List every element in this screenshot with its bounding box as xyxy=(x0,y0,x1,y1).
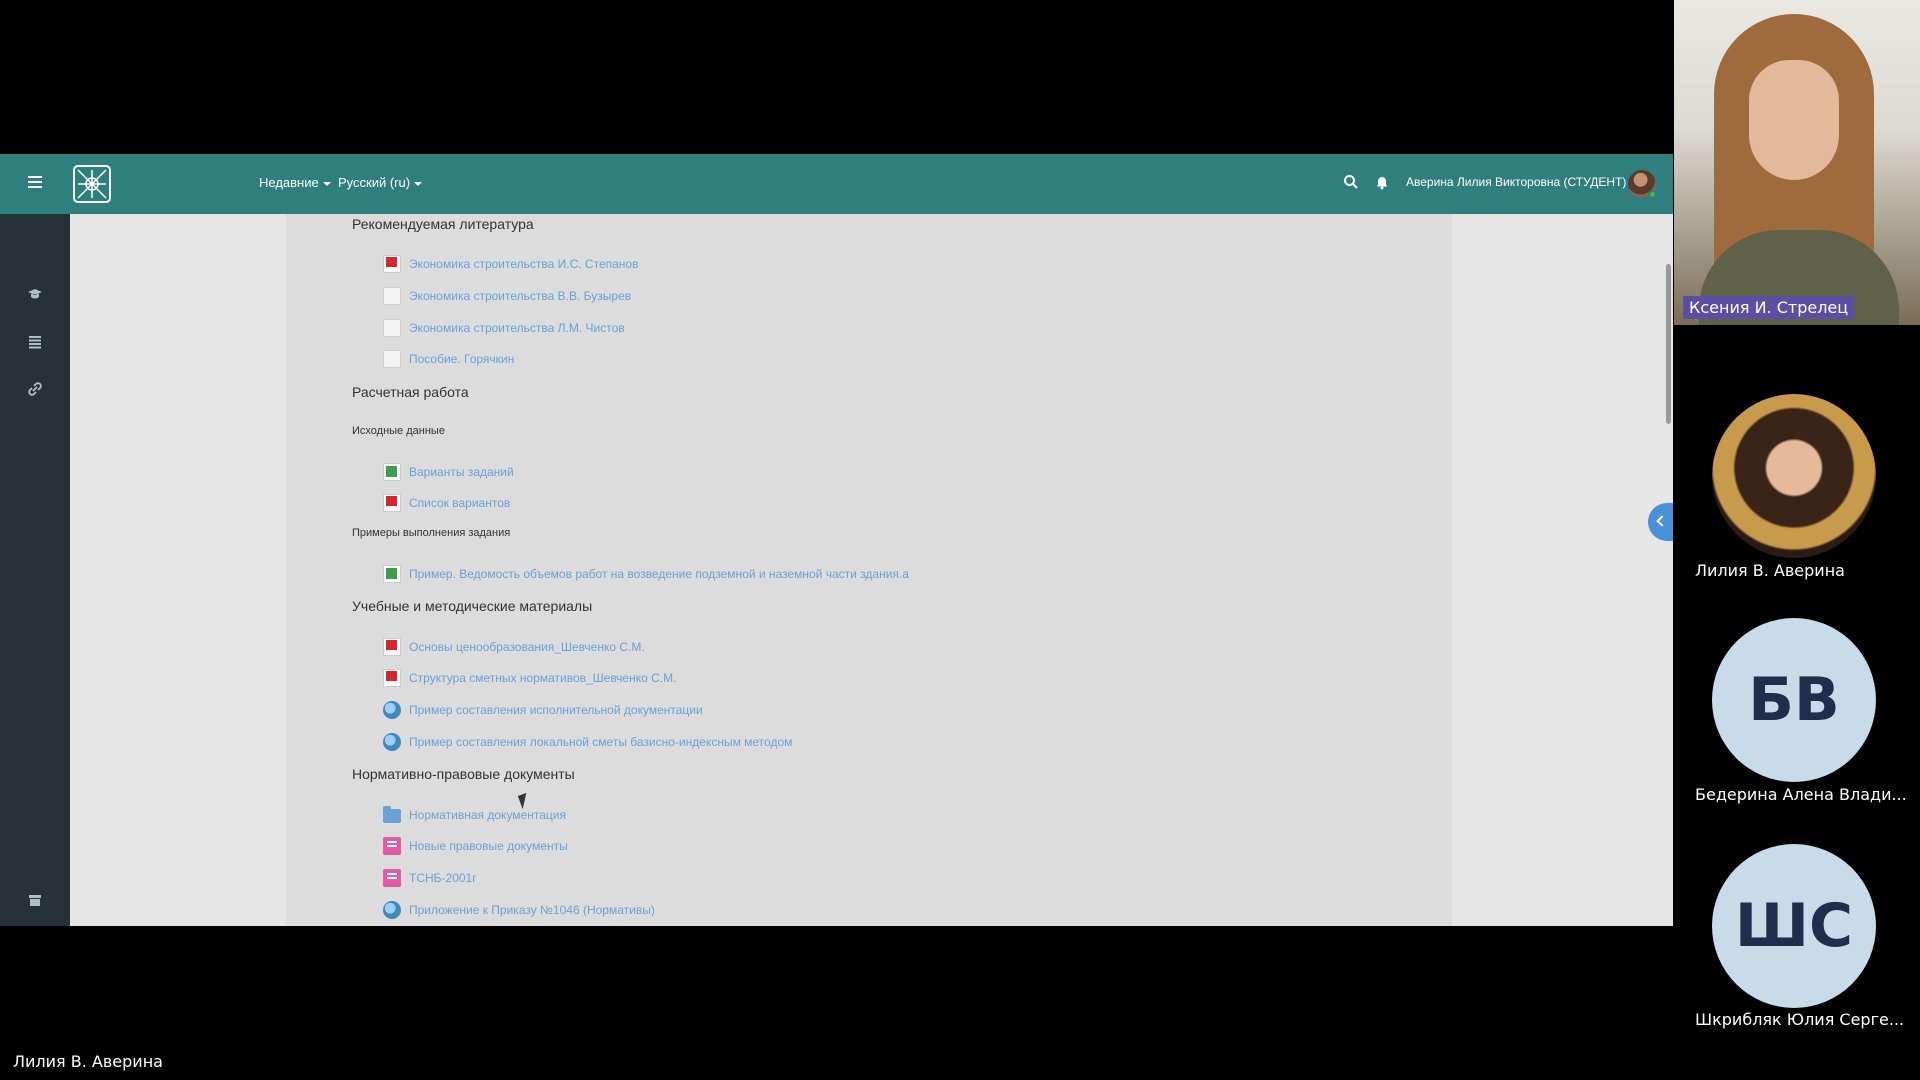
graduation-cap-icon[interactable] xyxy=(27,286,43,302)
book-icon xyxy=(383,869,401,887)
pdf-icon xyxy=(383,494,401,512)
top-navbar: Недавние Русский (ru) Аверина Лилия Викт… xyxy=(0,154,1673,214)
left-drawer xyxy=(0,214,70,926)
list-icon[interactable] xyxy=(27,334,43,350)
hamburger-menu-icon[interactable] xyxy=(28,176,42,188)
pdf-icon xyxy=(383,638,401,656)
participant-name: Шкрибляк Юлия Серге... xyxy=(1695,1010,1905,1029)
activity-link[interactable]: Список вариантов xyxy=(383,493,510,513)
course-content: Рекомендуемая литература Экономика строи… xyxy=(286,214,1452,926)
spreadsheet-icon xyxy=(383,565,401,583)
bell-icon[interactable] xyxy=(1374,174,1390,190)
activity-link[interactable]: Пример. Ведомость объемов работ на возве… xyxy=(383,564,909,584)
activity-link[interactable]: Пособие. Горячкин xyxy=(383,349,514,369)
section-title: Нормативно-правовые документы xyxy=(352,766,575,782)
pdf-icon xyxy=(383,669,401,687)
spreadsheet-icon xyxy=(383,463,401,481)
speaker-name-tag: Ксения И. Стрелец xyxy=(1683,296,1855,319)
section-label: Примеры выполнения задания xyxy=(352,527,511,539)
link-icon[interactable] xyxy=(27,381,43,397)
search-icon[interactable] xyxy=(1343,174,1359,190)
shared-screen: Недавние Русский (ru) Аверина Лилия Викт… xyxy=(0,154,1673,926)
activity-link[interactable]: Варианты заданий xyxy=(383,462,514,482)
activity-link[interactable]: Экономика строительства Л.М. Чистов xyxy=(383,318,625,338)
user-menu[interactable]: Аверина Лилия Викторовна (СТУДЕНТ) xyxy=(1406,175,1626,189)
main-content: Рекомендуемая литература Экономика строи… xyxy=(70,214,1673,926)
activity-link[interactable]: Нормативная документация xyxy=(383,805,566,825)
activity-link[interactable]: Структура сметных нормативов_Шевченко С.… xyxy=(383,668,676,688)
participant-avatar: ШС xyxy=(1712,844,1876,1008)
file-icon xyxy=(383,287,401,305)
file-icon xyxy=(383,319,401,337)
book-icon xyxy=(383,837,401,855)
section-label: Исходные данные xyxy=(352,425,445,437)
language-dropdown[interactable]: Русский (ru) xyxy=(338,175,423,190)
folder-icon xyxy=(383,806,401,823)
pdf-icon xyxy=(383,255,401,273)
chevron-left-icon xyxy=(1656,515,1668,527)
activity-link[interactable]: Основы ценообразования_Шевченко С.М. xyxy=(383,637,645,657)
participant-name: Лилия В. Аверина xyxy=(1695,561,1845,580)
activity-link[interactable]: Экономика строительства И.С. Степанов xyxy=(383,254,638,274)
activity-link[interactable]: Новые правовые документы xyxy=(383,836,568,856)
participant-avatar xyxy=(1712,394,1876,558)
archive-icon[interactable] xyxy=(27,892,43,908)
web-icon xyxy=(383,701,401,719)
self-name-label: Лилия В. Аверина xyxy=(13,1052,163,1071)
site-logo-icon[interactable] xyxy=(73,165,111,203)
section-title: Расчетная работа xyxy=(352,384,469,400)
section-title: Рекомендуемая литература xyxy=(352,216,534,232)
file-icon xyxy=(383,350,401,368)
activity-link[interactable]: Экономика строительства В.В. Бузырев xyxy=(383,286,631,306)
participant-avatar: БВ xyxy=(1712,618,1876,782)
recent-dropdown[interactable]: Недавние xyxy=(259,175,331,190)
web-icon xyxy=(383,733,401,751)
activity-link[interactable]: Приложение к Приказу №1046 (Нормативы) xyxy=(383,900,655,920)
participant-name: Бедерина Алена Влади... xyxy=(1695,785,1907,804)
activity-link[interactable]: Пример составления локальной сметы базис… xyxy=(383,732,792,752)
active-speaker-video: Ксения И. Стрелец xyxy=(1674,0,1920,325)
scrollbar[interactable] xyxy=(1666,264,1671,424)
activity-link[interactable]: Пример составления исполнительной докуме… xyxy=(383,700,703,720)
activity-link[interactable]: ТСНБ-2001г xyxy=(383,868,477,888)
web-icon xyxy=(383,901,401,919)
avatar[interactable] xyxy=(1628,170,1657,199)
online-status-icon xyxy=(1648,190,1657,199)
section-title: Учебные и методические материалы xyxy=(352,598,593,614)
